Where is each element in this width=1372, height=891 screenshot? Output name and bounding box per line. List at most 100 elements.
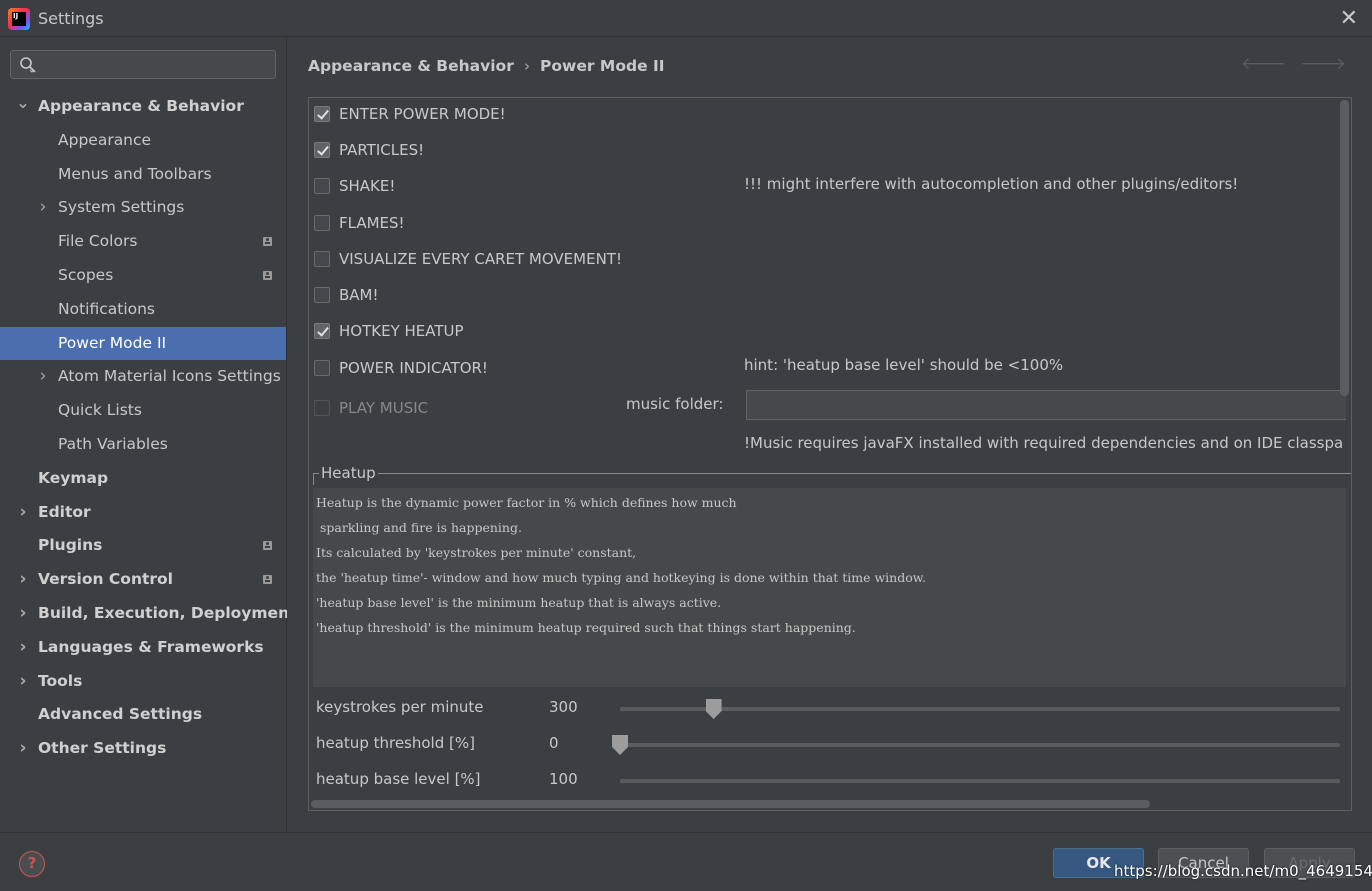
slider-label: keystrokes per minute [316,698,484,716]
project-level-icon [263,541,272,551]
sidebar-item-label: Plugins [38,536,103,555]
slider-track[interactable] [612,735,1340,755]
slider-value: 100 [549,770,578,788]
logo-text: IJ [12,12,26,26]
checkbox-box[interactable] [314,287,330,303]
checkbox-box[interactable] [314,142,330,158]
sidebar-item-label: Advanced Settings [38,705,203,724]
chevron-right-icon[interactable]: › [36,191,50,225]
sidebar-item[interactable]: › System Settings [0,191,286,225]
settings-sidebar: ⌄ Appearance & Behavior Appearance Menus an… [0,37,297,832]
music-hint: !Music requires javaFX installed with re… [744,434,1344,452]
power-indicator-hint: hint: 'heatup base level' should be <100… [744,356,1064,374]
window-title: Settings [38,9,104,28]
title-bar: IJ Settings ✕ [0,0,1372,37]
sidebar-item-label: Languages & Frameworks [38,637,264,656]
sidebar-item[interactable]: › Version Control [0,563,286,597]
sidebar-item[interactable]: ⌄ Appearance & Behavior [0,90,286,124]
intellij-logo-icon: IJ [8,8,30,30]
heatup-description-line: 'heatup base level' is the minimum heatu… [316,595,722,610]
back-arrow-icon[interactable]: 🡐 [1241,54,1287,74]
chevron-right-icon[interactable]: › [16,496,30,530]
chevron-right-icon[interactable]: › [16,732,30,766]
sidebar-item-label: Quick Lists [58,401,142,420]
chevron-right-icon[interactable]: › [36,360,50,394]
sidebar-item[interactable]: File Colors [0,225,286,259]
sidebar-item[interactable]: › Tools [0,665,286,699]
breadcrumb-separator: › [523,57,531,75]
sidebar-item-label: Version Control [38,570,173,589]
slider-value: 300 [549,698,578,716]
slider-track[interactable] [620,779,1340,783]
project-level-icon [263,575,272,585]
sidebar-item-label: Menus and Toolbars [58,164,212,183]
sidebar-item-label: Appearance [58,130,152,149]
sidebar-item[interactable]: Path Variables [0,428,286,462]
sidebar-item-label: Atom Material Icons Settings [58,367,281,386]
search-box[interactable] [10,50,276,79]
sidebar-item[interactable]: Scopes [0,259,286,293]
chevron-right-icon[interactable]: › [16,665,30,699]
sidebar-item[interactable]: › Other Settings [0,732,286,766]
sidebar-item-label: File Colors [58,232,138,251]
vertical-scrollbar[interactable] [1340,100,1349,396]
checkbox-label: POWER INDICATOR! [339,359,488,377]
help-icon[interactable] [19,851,45,877]
sidebar-item[interactable]: › Editor [0,496,286,530]
sidebar-item[interactable]: › Build, Execution, Deployment [0,597,296,631]
project-level-icon [263,270,272,280]
slider-label: heatup threshold [%] [316,734,475,752]
close-icon[interactable]: ✕ [1340,6,1358,31]
forward-arrow-icon[interactable]: 🡒 [1300,54,1346,74]
nav-arrows: 🡐 🡒 [1227,54,1346,74]
chevron-right-icon[interactable]: › [16,597,30,631]
heatup-group-title: Heatup [319,464,378,482]
heatup-description-line: 'heatup threshold' is the minimum heatup… [316,620,856,635]
sidebar-item-label: Scopes [58,265,114,284]
sidebar-item[interactable]: Power Mode II [0,326,286,361]
horizontal-scrollbar[interactable] [311,800,1150,808]
shake-hint: !!! might interfere with autocompletion … [744,175,1239,193]
sidebar-item[interactable]: › Languages & Frameworks [0,631,286,665]
breadcrumb-parent[interactable]: Appearance & Behavior [308,57,514,75]
sidebar-item[interactable]: Advanced Settings [0,698,286,732]
heatup-description: Heatup is the dynamic power factor in % … [313,488,1346,687]
sidebar-item-label: Notifications [58,299,156,318]
sidebar-item[interactable]: Notifications [0,293,286,327]
heatup-description-line: the 'heatup time'- window and how much t… [316,570,926,585]
sidebar-item[interactable]: Plugins [0,529,286,563]
checkbox-box[interactable] [314,106,330,122]
sidebar-item-label: Other Settings [38,739,167,758]
sidebar-item[interactable]: › Atom Material Icons Settings [0,360,286,394]
slider-label: heatup base level [%] [316,770,481,788]
slider-track[interactable] [620,699,1340,719]
checkbox-box[interactable] [314,323,330,339]
breadcrumb-current: Power Mode II [540,57,665,75]
slider-thumb[interactable] [705,699,722,719]
chevron-right-icon[interactable]: › [16,631,30,665]
settings-tree: ⌄ Appearance & Behavior Appearance Menus an… [0,90,297,766]
power-mode-panel: ENTER POWER MODE! PARTICLES! SHAKE! !!! … [308,97,1352,811]
checkbox-box[interactable] [314,360,330,376]
chevron-down-icon[interactable]: ⌄ [16,86,30,120]
sidebar-item-label: Build, Execution, Deployment [38,603,297,622]
sidebar-item[interactable]: Quick Lists [0,394,286,428]
slider-thumb[interactable] [612,735,628,755]
checkbox-label: BAM! [339,286,379,304]
checkbox-box[interactable] [314,178,330,194]
sidebar-item[interactable]: Menus and Toolbars [0,158,286,192]
sidebar-item-label: System Settings [58,198,185,217]
breadcrumb: Appearance & Behavior › Power Mode II [308,57,665,75]
search-input[interactable] [41,54,271,75]
sidebar-item-label: Appearance & Behavior [38,97,244,115]
checkbox-box[interactable] [314,251,330,267]
sidebar-item[interactable]: Keymap [0,462,286,496]
music-folder-input[interactable] [746,390,1346,420]
checkbox-box[interactable] [314,215,330,231]
sidebar-item-label: Power Mode II [58,333,167,352]
chevron-right-icon[interactable]: › [16,563,30,597]
checkbox-label: SHAKE! [339,177,396,195]
checkbox-box[interactable] [314,400,330,416]
checkbox-label: PARTICLES! [339,141,425,159]
sidebar-item[interactable]: Appearance [0,124,286,158]
